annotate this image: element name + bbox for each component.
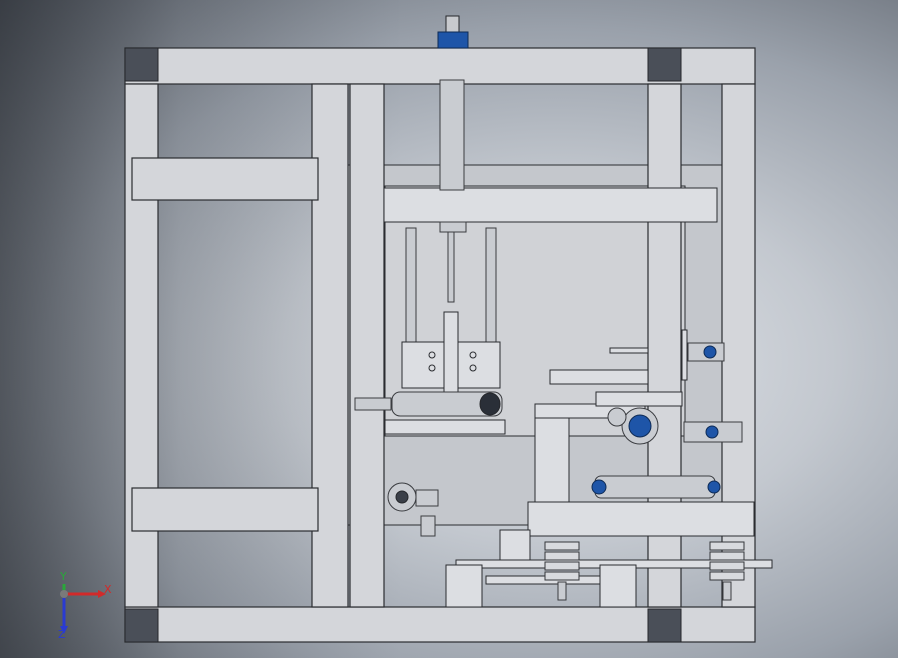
cylinder-end-left	[354, 397, 392, 411]
right-bracket-plate	[681, 329, 688, 381]
top-right-tab	[609, 347, 649, 354]
main-cylinder-rod	[439, 79, 465, 191]
right-mount-block	[595, 391, 683, 407]
corner-cap-bottom-left	[124, 608, 159, 643]
right-clamp-port	[705, 425, 719, 439]
orientation-triad: X Y Z	[48, 570, 118, 641]
lower-cylinder-port-right	[707, 480, 721, 494]
lower-left-bolt	[420, 515, 436, 537]
y-axis-label: Y	[60, 570, 67, 583]
spring-left	[544, 541, 580, 601]
center-rod	[447, 231, 455, 303]
cylinder-nut	[439, 221, 467, 233]
guide-rod-right	[485, 227, 497, 349]
cad-viewport[interactable]: X Y Z	[0, 0, 898, 658]
guide-rod-left	[405, 227, 417, 349]
inner-column-left-b	[349, 83, 385, 608]
cylinder-end-right	[479, 392, 501, 416]
base-block-left	[445, 564, 483, 608]
corner-cap-top-left	[124, 47, 159, 82]
right-upper-clamp-port	[703, 345, 717, 359]
left-crossbar-lower	[131, 487, 319, 532]
cylinder-blue-collar	[437, 31, 469, 49]
corner-cap-top-right	[647, 47, 682, 82]
lower-left-bracket	[415, 489, 439, 507]
vertical-support	[534, 417, 570, 509]
lower-left-fitting-core	[395, 490, 409, 504]
base-step	[499, 529, 531, 561]
upper-mount-plate	[383, 187, 718, 223]
z-axis-label: Z	[58, 628, 66, 641]
x-axis-label: X	[104, 583, 112, 596]
corner-cap-bottom-right	[647, 608, 682, 643]
upper-right-bracket	[549, 369, 649, 385]
clevis-block	[443, 311, 459, 393]
base-block-mid	[599, 564, 637, 608]
lower-platform	[527, 501, 755, 537]
lower-right-cylinder	[594, 475, 716, 499]
cylinder-cap	[445, 15, 460, 35]
lower-cylinder-port	[591, 479, 607, 495]
machine-assembly-front-view[interactable]	[0, 0, 898, 658]
rotary-actuator-core	[628, 414, 652, 438]
rotary-nut	[607, 407, 627, 427]
left-crossbar-upper	[131, 157, 319, 201]
mid-shelf-left	[384, 419, 506, 435]
